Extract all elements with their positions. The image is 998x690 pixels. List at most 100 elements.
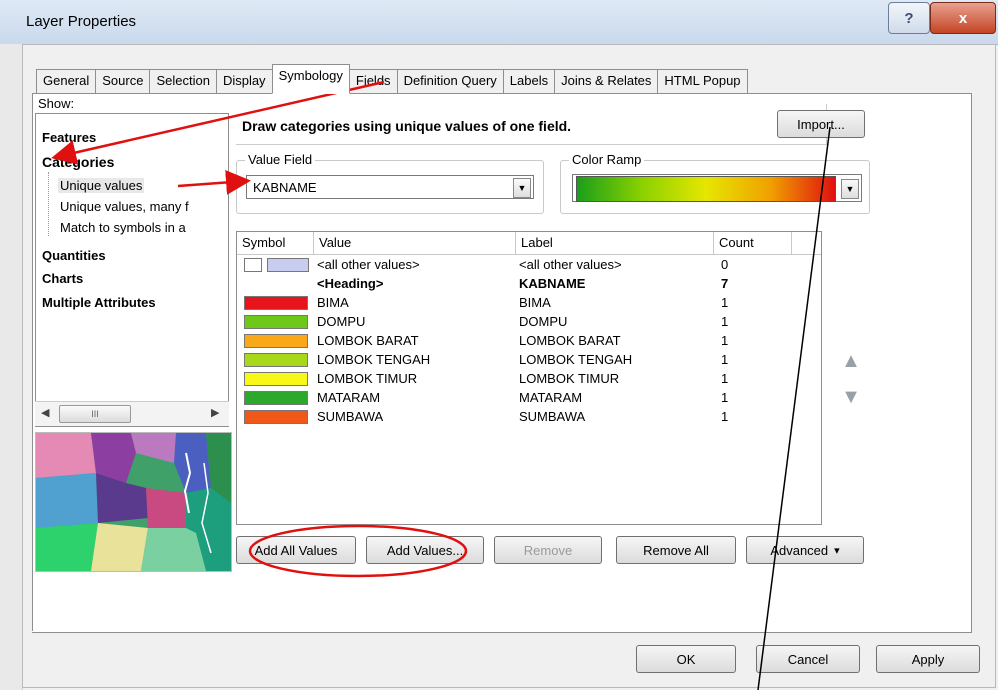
cell-value: <Heading> (317, 276, 384, 291)
cell-value: LOMBOK TIMUR (317, 371, 418, 386)
table-row[interactable]: MATARAM MATARAM 1 (237, 389, 821, 408)
cell-label: LOMBOK TENGAH (519, 352, 633, 367)
tree-item-multiple-attributes[interactable]: Multiple Attributes (42, 295, 156, 310)
table-row[interactable]: BIMA BIMA 1 (237, 294, 821, 313)
tree-item-quantities[interactable]: Quantities (42, 248, 106, 263)
table-row[interactable]: SUMBAWA SUMBAWA 1 (237, 408, 821, 427)
tab-labels[interactable]: Labels (502, 69, 556, 93)
footer-separator (32, 631, 970, 632)
value-field-value: KABNAME (253, 180, 317, 195)
color-ramp-legend: Color Ramp (569, 152, 645, 167)
value-field-select[interactable]: KABNAME ▼ (246, 175, 534, 199)
tree-item-unique-values[interactable]: Unique values (58, 178, 145, 193)
remove-all-button[interactable]: Remove All (616, 536, 736, 564)
tree-connector (48, 172, 49, 236)
table-header: Symbol Value Label Count (237, 232, 821, 255)
column-header-value[interactable]: Value (314, 232, 516, 254)
tree-item-charts[interactable]: Charts (42, 271, 83, 286)
scroll-thumb[interactable]: III (59, 405, 131, 423)
add-values-button[interactable]: Add Values... (366, 536, 484, 564)
tab-definition-query[interactable]: Definition Query (396, 69, 504, 93)
scroll-right-icon[interactable]: ▶ (211, 406, 219, 419)
symbol-swatch[interactable] (244, 315, 308, 329)
cell-value: DOMPU (317, 314, 366, 329)
scroll-left-icon[interactable]: ◀ (41, 406, 49, 419)
cell-label: <all other values> (519, 257, 622, 272)
add-all-values-button[interactable]: Add All Values (236, 536, 356, 564)
tree-item-match-to-symbols[interactable]: Match to symbols in a (60, 220, 186, 235)
cell-count: 1 (721, 409, 729, 424)
tab-display[interactable]: Display (215, 69, 273, 93)
tab-source[interactable]: Source (95, 69, 151, 93)
tree-item-features[interactable]: Features (42, 130, 96, 145)
advanced-button[interactable]: Advanced ▾ (746, 536, 864, 564)
advanced-label: Advanced (770, 542, 829, 558)
cell-label: BIMA (519, 295, 551, 310)
symbol-swatch[interactable] (244, 391, 308, 405)
description-text: Draw categories using unique values of o… (242, 118, 572, 134)
remove-button[interactable]: Remove (494, 536, 602, 564)
cell-count: 1 (721, 333, 729, 348)
close-icon: x (958, 9, 968, 27)
tab-strip: General Source Selection Display Symbolo… (36, 64, 748, 94)
cell-value: SUMBAWA (317, 409, 384, 424)
symbol-swatch-empty[interactable] (244, 258, 262, 272)
chevron-down-icon[interactable]: ▼ (841, 179, 859, 199)
preview-map (35, 432, 232, 572)
tab-joins-relates[interactable]: Joins & Relates (554, 69, 659, 93)
move-down-icon[interactable]: ▼ (838, 384, 864, 410)
symbol-swatch[interactable] (267, 258, 309, 272)
table-row[interactable]: LOMBOK TIMUR LOMBOK TIMUR 1 (237, 370, 821, 389)
table-row[interactable]: DOMPU DOMPU 1 (237, 313, 821, 332)
cell-count: 1 (721, 295, 729, 310)
cell-value: <all other values> (317, 257, 420, 272)
tab-general[interactable]: General (36, 69, 97, 93)
cell-count: 1 (721, 371, 729, 386)
show-tree-scrollbar[interactable]: ◀ III ▶ (35, 401, 229, 426)
cell-label: KABNAME (519, 276, 586, 291)
cell-count: 1 (721, 352, 729, 367)
help-button[interactable]: ? (888, 2, 930, 34)
cell-label: LOMBOK BARAT (519, 333, 621, 348)
tab-html-popup[interactable]: HTML Popup (657, 69, 748, 93)
cell-label: SUMBAWA (519, 409, 586, 424)
cell-value: BIMA (317, 295, 349, 310)
cell-count: 7 (721, 276, 729, 291)
symbol-swatch[interactable] (244, 372, 308, 386)
tree-item-categories[interactable]: Categories (42, 154, 114, 170)
table-row[interactable]: LOMBOK BARAT LOMBOK BARAT 1 (237, 332, 821, 351)
move-up-icon[interactable]: ▲ (838, 348, 864, 374)
tab-selection[interactable]: Selection (149, 69, 217, 93)
preview-map-image (36, 433, 231, 571)
layer-properties-dialog: Layer Properties ? x General Source Sele… (0, 0, 998, 690)
tree-item-unique-values-many[interactable]: Unique values, many f (60, 199, 189, 214)
caret-down-icon: ▾ (834, 544, 840, 557)
column-header-symbol[interactable]: Symbol (237, 232, 314, 254)
cell-count: 0 (721, 257, 729, 272)
table-row[interactable]: <Heading> KABNAME 7 (237, 275, 821, 294)
cell-label: MATARAM (519, 390, 583, 405)
values-table: Symbol Value Label Count <all other valu… (236, 231, 822, 525)
apply-button[interactable]: Apply (876, 645, 980, 673)
import-button[interactable]: Import... (777, 110, 865, 138)
close-button[interactable]: x (930, 2, 996, 34)
cancel-button[interactable]: Cancel (756, 645, 860, 673)
tab-symbology[interactable]: Symbology (271, 64, 350, 94)
column-header-label[interactable]: Label (516, 232, 714, 254)
column-header-count[interactable]: Count (714, 232, 792, 254)
table-row[interactable]: LOMBOK TENGAH LOMBOK TENGAH 1 (237, 351, 821, 370)
cell-count: 1 (721, 314, 729, 329)
color-ramp-swatch (576, 176, 836, 202)
chevron-down-icon[interactable]: ▼ (513, 178, 531, 198)
window-title: Layer Properties (26, 13, 137, 30)
symbol-swatch[interactable] (244, 353, 308, 367)
symbol-swatch[interactable] (244, 410, 308, 424)
ok-button[interactable]: OK (636, 645, 736, 673)
cell-count: 1 (721, 390, 729, 405)
symbol-swatch[interactable] (244, 334, 308, 348)
symbol-swatch[interactable] (244, 296, 308, 310)
value-field-legend: Value Field (245, 152, 316, 167)
cell-label: DOMPU (519, 314, 568, 329)
table-row[interactable]: <all other values> <all other values> 0 (237, 256, 821, 275)
tab-fields[interactable]: Fields (348, 69, 398, 93)
